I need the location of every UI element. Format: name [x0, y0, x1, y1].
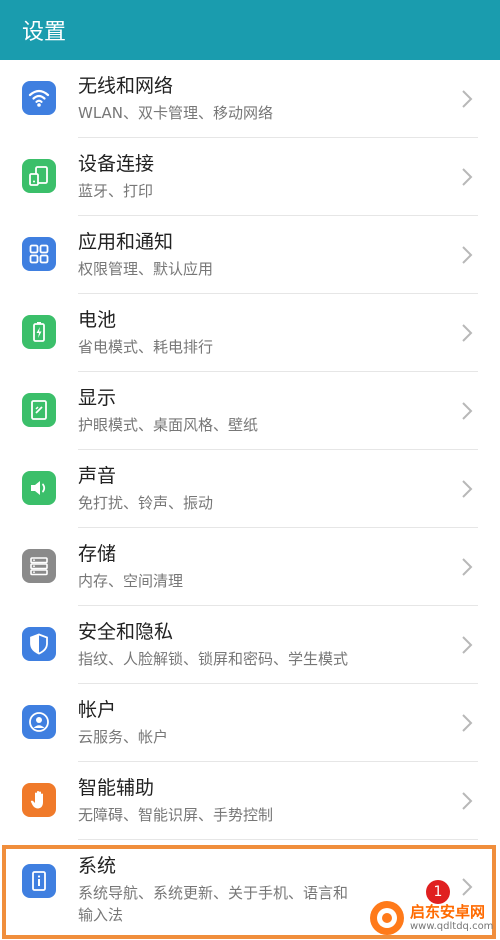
- chevron-right-icon: [462, 714, 473, 732]
- settings-item-subtitle: 省电模式、耗电排行: [78, 338, 214, 356]
- sound-icon: [22, 471, 56, 505]
- chevron-right-icon: [462, 636, 473, 654]
- chevron-right-icon: [462, 402, 473, 420]
- page-title: 设置: [22, 20, 67, 45]
- device-connect-icon: [22, 159, 56, 193]
- chevron-right-icon: [462, 558, 473, 576]
- settings-item-label: 电池: [78, 309, 117, 331]
- chevron-right-icon: [462, 792, 473, 810]
- system-icon: [22, 864, 56, 898]
- chevron-right-icon: [462, 878, 473, 896]
- watermark-url: www.qdltdq.com: [410, 921, 494, 932]
- watermark-logo-icon: [370, 901, 404, 935]
- settings-item-label: 声音: [78, 465, 117, 487]
- settings-item-label: 存储: [78, 543, 117, 565]
- watermark-brand: 启东安卓网: [410, 903, 486, 921]
- settings-item-account[interactable]: 帐户 云服务、帐户: [0, 684, 500, 762]
- account-icon: [22, 705, 56, 739]
- settings-item-network[interactable]: 无线和网络 WLAN、双卡管理、移动网络: [0, 60, 500, 138]
- settings-item-subtitle: 权限管理、默认应用: [78, 260, 214, 278]
- chevron-right-icon: [462, 90, 473, 108]
- settings-item-label: 应用和通知: [78, 231, 174, 253]
- storage-icon: [22, 549, 56, 583]
- settings-item-storage[interactable]: 存储 内存、空间清理: [0, 528, 500, 606]
- settings-item-apps[interactable]: 应用和通知 权限管理、默认应用: [0, 216, 500, 294]
- settings-list: 无线和网络 WLAN、双卡管理、移动网络 设备连接 蓝牙、打印 应用和通知 权限…: [0, 60, 500, 940]
- settings-item-label: 无线和网络: [78, 75, 174, 97]
- settings-item-label: 设备连接: [78, 153, 155, 175]
- settings-item-subtitle: 护眼模式、桌面风格、壁纸: [78, 416, 259, 434]
- settings-item-subtitle: 无障碍、智能识屏、手势控制: [78, 806, 274, 824]
- watermark: 启东安卓网 www.qdltdq.com: [368, 896, 500, 940]
- settings-item-label: 系统: [78, 855, 117, 877]
- settings-item-subtitle: 指纹、人脸解锁、锁屏和密码、学生模式: [78, 650, 349, 668]
- settings-item-subtitle: WLAN、双卡管理、移动网络: [78, 104, 274, 122]
- wifi-icon: [22, 81, 56, 115]
- shield-icon: [22, 627, 56, 661]
- settings-item-subtitle: 蓝牙、打印: [78, 182, 154, 200]
- title-bar: 设置: [0, 0, 500, 60]
- display-icon: [22, 393, 56, 427]
- chevron-right-icon: [462, 168, 473, 186]
- settings-item-sound[interactable]: 声音 免打扰、铃声、振动: [0, 450, 500, 528]
- settings-item-label: 显示: [78, 387, 117, 409]
- settings-item-battery[interactable]: 电池 省电模式、耗电排行: [0, 294, 500, 372]
- settings-item-label: 帐户: [78, 699, 117, 721]
- settings-item-label: 安全和隐私: [78, 621, 174, 643]
- apps-icon: [22, 237, 56, 271]
- chevron-right-icon: [462, 324, 473, 342]
- settings-item-label: 智能辅助: [78, 777, 155, 799]
- settings-item-smart-assist[interactable]: 智能辅助 无障碍、智能识屏、手势控制: [0, 762, 500, 840]
- settings-item-subtitle: 云服务、帐户: [78, 728, 169, 746]
- hand-icon: [22, 783, 56, 817]
- settings-item-device-connection[interactable]: 设备连接 蓝牙、打印: [0, 138, 500, 216]
- chevron-right-icon: [462, 480, 473, 498]
- settings-item-subtitle: 内存、空间清理: [78, 572, 184, 590]
- chevron-right-icon: [462, 246, 473, 264]
- settings-item-subtitle: 免打扰、铃声、振动: [78, 494, 214, 512]
- battery-icon: [22, 315, 56, 349]
- settings-item-display[interactable]: 显示 护眼模式、桌面风格、壁纸: [0, 372, 500, 450]
- settings-item-security[interactable]: 安全和隐私 指纹、人脸解锁、锁屏和密码、学生模式: [0, 606, 500, 684]
